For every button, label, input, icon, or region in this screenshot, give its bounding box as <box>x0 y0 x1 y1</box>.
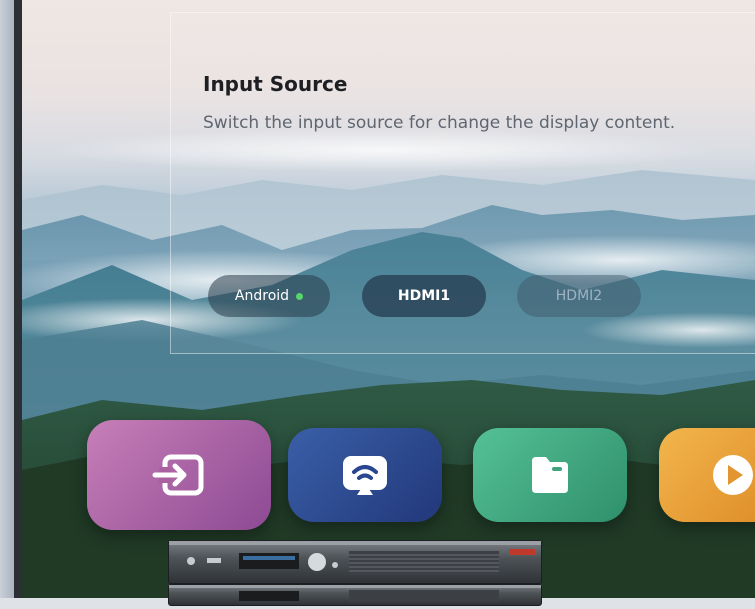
folder-icon <box>532 457 568 493</box>
hardware-unit-bottom <box>168 584 542 606</box>
app-tile-media-player[interactable] <box>659 428 755 522</box>
source-button-hdmi2[interactable]: HDMI2 <box>517 275 641 317</box>
hardware-front-panel <box>169 541 541 575</box>
app-tile-screen-cast[interactable] <box>288 428 442 522</box>
app-tile-files[interactable] <box>473 428 627 522</box>
cast-icon <box>343 456 387 495</box>
source-button-hdmi1[interactable]: HDMI1 <box>362 275 486 317</box>
source-label-android: Android <box>234 288 290 304</box>
input-icon <box>152 454 204 496</box>
hardware-unit-top <box>168 540 542 584</box>
app-tile-input-source[interactable] <box>87 420 271 530</box>
source-label-hdmi1: HDMI1 <box>397 288 451 304</box>
play-icon <box>713 455 753 495</box>
panel-description: Switch the input source for change the d… <box>203 113 676 133</box>
active-indicator-dot <box>296 292 304 300</box>
hardware-front-panel-lower <box>169 585 541 602</box>
panel-title: Input Source <box>203 72 348 96</box>
source-label-hdmi2: HDMI2 <box>555 288 603 304</box>
source-button-android[interactable]: Android <box>208 275 330 317</box>
display-bezel-inner <box>14 0 22 598</box>
display-bezel-outer <box>0 0 14 598</box>
